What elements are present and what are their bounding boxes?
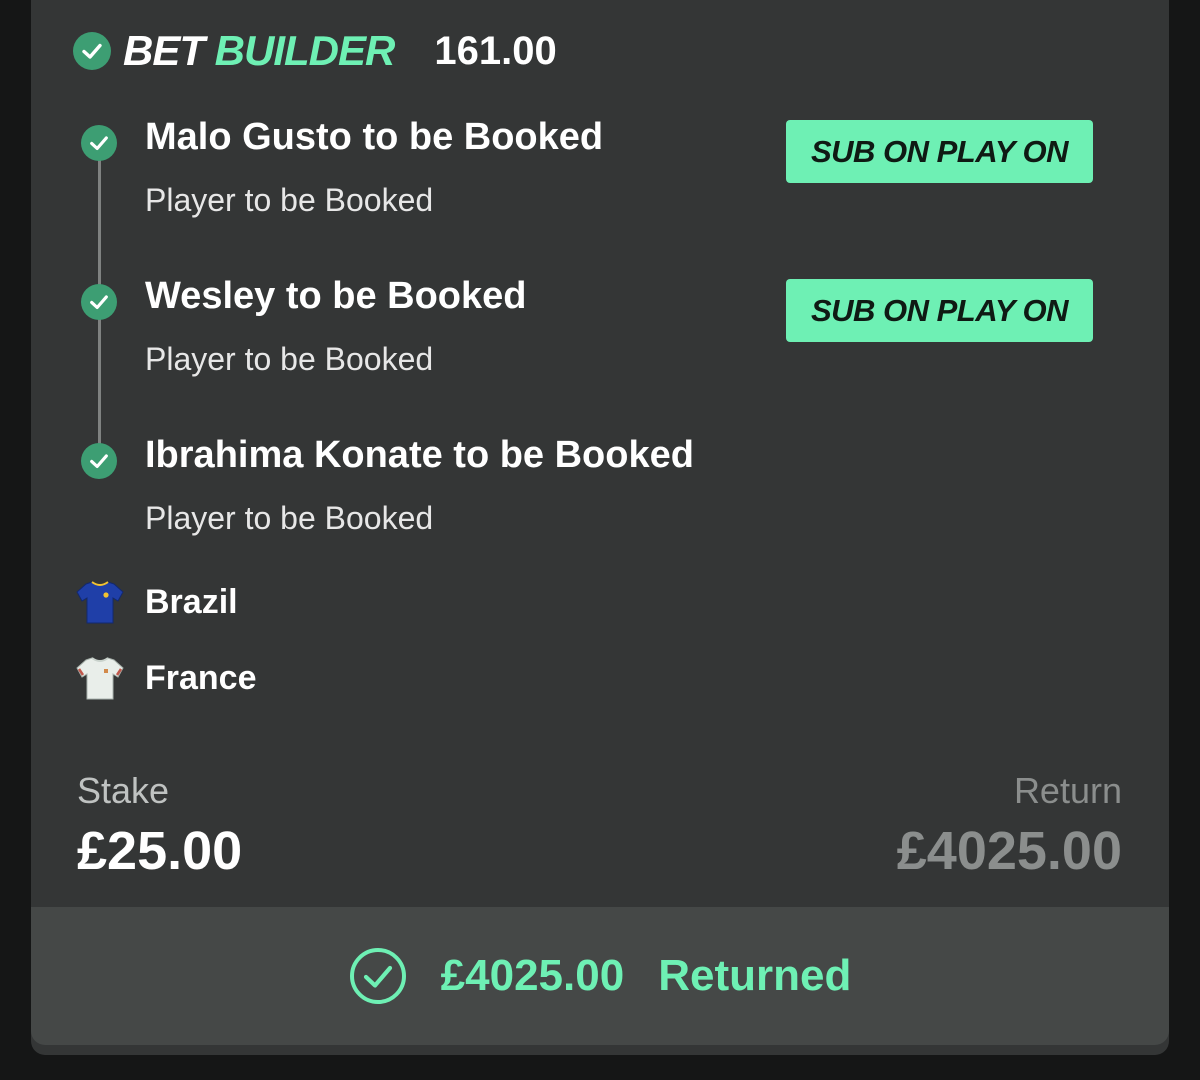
page: BET BUILDER 161.00 Malo Gusto to be Book… bbox=[0, 0, 1200, 1080]
check-circle-icon bbox=[81, 125, 117, 161]
returned-status: Returned bbox=[658, 951, 852, 1000]
check-circle-icon bbox=[81, 443, 117, 479]
team-name: France bbox=[145, 658, 257, 697]
bet-odds: 161.00 bbox=[434, 28, 557, 73]
sub-on-play-on-button[interactable]: SUB ON PLAY ON bbox=[786, 279, 1093, 342]
return-label: Return bbox=[1013, 770, 1122, 811]
shirt-icon bbox=[76, 657, 124, 700]
selection-title: Wesley to be Booked bbox=[145, 275, 527, 317]
team-row-home: Brazil bbox=[76, 577, 238, 627]
selection-title: Ibrahima Konate to be Booked bbox=[145, 434, 694, 476]
bet-title-prefix: BET bbox=[123, 27, 205, 74]
result-banner: £4025.00 Returned bbox=[31, 907, 1169, 1045]
selection-market: Player to be Booked bbox=[145, 500, 434, 536]
stake-value: £25.00 bbox=[77, 821, 243, 881]
selection-item: Malo Gusto to be Booked Player to be Boo… bbox=[31, 116, 1169, 240]
bet-card: BET BUILDER 161.00 Malo Gusto to be Book… bbox=[31, 0, 1169, 1055]
stake-label: Stake bbox=[77, 770, 170, 811]
sub-on-play-on-button[interactable]: SUB ON PLAY ON bbox=[786, 120, 1093, 183]
bet-type-title: BET BUILDER bbox=[123, 27, 396, 75]
returned-amount: £4025.00 bbox=[440, 951, 625, 1000]
shirt-icon bbox=[76, 581, 124, 624]
return-value: £4025.00 bbox=[896, 821, 1122, 881]
team-name: Brazil bbox=[145, 582, 238, 621]
selection-market: Player to be Booked bbox=[145, 341, 434, 377]
check-circle-icon bbox=[73, 32, 111, 70]
selection-item: Wesley to be Booked Player to be Booked … bbox=[31, 275, 1169, 399]
selection-item: Ibrahima Konate to be Booked Player to b… bbox=[31, 434, 1169, 558]
team-row-away: France bbox=[76, 653, 257, 703]
check-ring-icon bbox=[349, 948, 406, 1004]
selection-market: Player to be Booked bbox=[145, 182, 434, 218]
check-circle-icon bbox=[81, 284, 117, 320]
selection-title: Malo Gusto to be Booked bbox=[145, 116, 604, 158]
bet-header: BET BUILDER 161.00 bbox=[73, 26, 557, 76]
bet-title-accent: BUILDER bbox=[214, 27, 396, 74]
